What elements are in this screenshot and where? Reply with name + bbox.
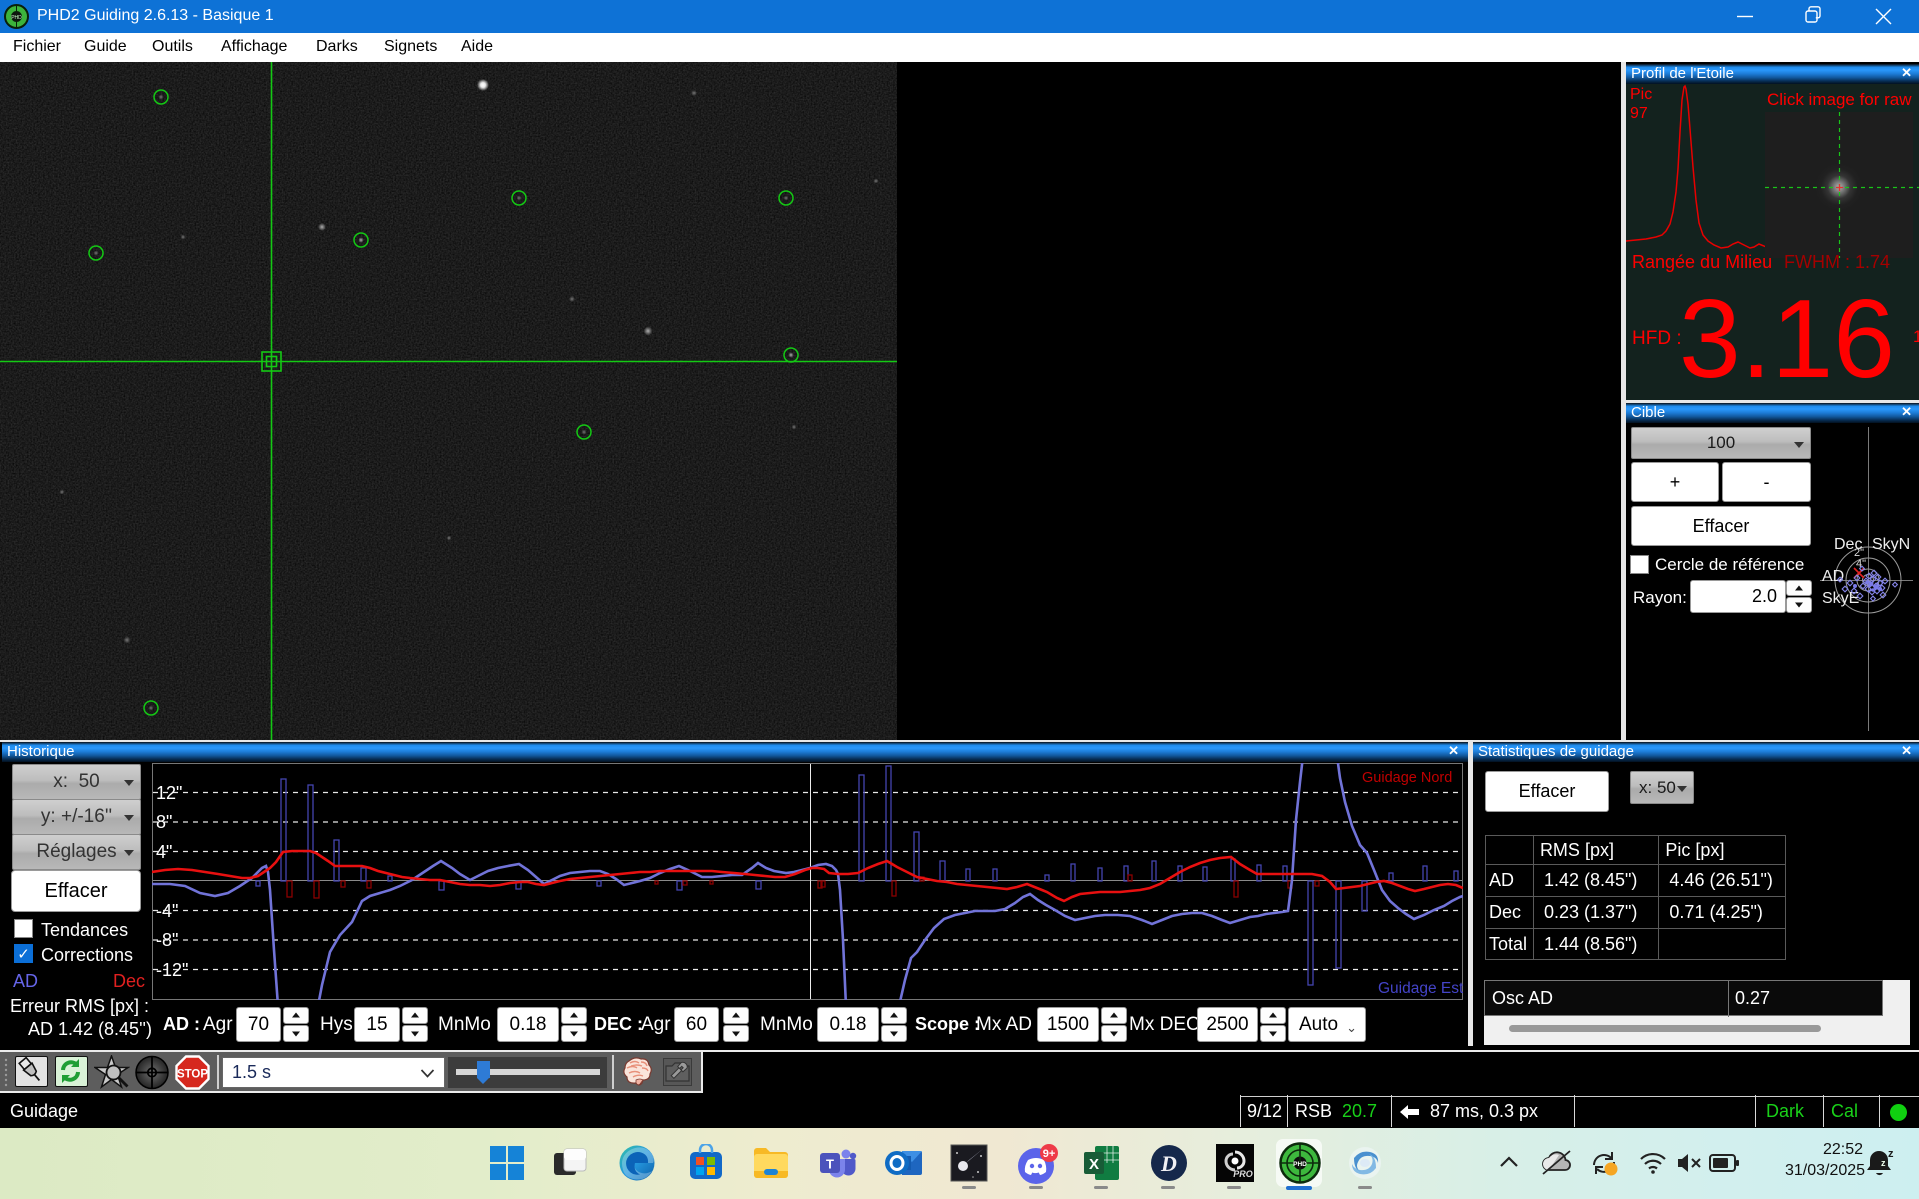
- svg-text:X: X: [1089, 1156, 1099, 1173]
- svg-text:PHD: PHD: [1293, 1161, 1307, 1168]
- svg-text:FWHM : 1.74: FWHM : 1.74: [1784, 252, 1890, 272]
- svg-text:97: 97: [1630, 105, 1648, 122]
- svg-text:9+: 9+: [1043, 1148, 1056, 1160]
- svg-text:Guidage Est: Guidage Est: [1378, 980, 1463, 997]
- svg-text:-12": -12": [156, 960, 188, 980]
- svg-text:HFD :: HFD :: [1632, 328, 1682, 349]
- svg-text:T: T: [826, 1157, 834, 1172]
- svg-text:8": 8": [156, 812, 172, 832]
- svg-text:Rangée du Milieu: Rangée du Milieu: [1632, 252, 1772, 272]
- svg-text:PHD: PHD: [11, 15, 22, 21]
- svg-text:18: 18: [1913, 327, 1919, 346]
- svg-text:4": 4": [156, 842, 172, 862]
- svg-text:3.16: 3.16: [1679, 277, 1895, 400]
- svg-text:Pic: Pic: [1630, 86, 1652, 103]
- svg-text:PRO: PRO: [1233, 1169, 1253, 1179]
- svg-text:z: z: [1888, 1148, 1894, 1160]
- svg-text:Click image for raw: Click image for raw: [1767, 90, 1912, 109]
- svg-text:-4": -4": [156, 901, 178, 921]
- svg-text:12": 12": [156, 783, 182, 803]
- svg-text:Guidage Nord: Guidage Nord: [1362, 770, 1452, 786]
- svg-text:SkyN: SkyN: [1872, 536, 1910, 553]
- svg-text:-8": -8": [156, 930, 178, 950]
- svg-text:STOP: STOP: [177, 1069, 208, 1081]
- svg-text:SkyE: SkyE: [1822, 590, 1859, 607]
- svg-text:AD: AD: [1822, 568, 1844, 585]
- svg-text:z: z: [1881, 1158, 1886, 1168]
- svg-text:D: D: [1160, 1151, 1177, 1176]
